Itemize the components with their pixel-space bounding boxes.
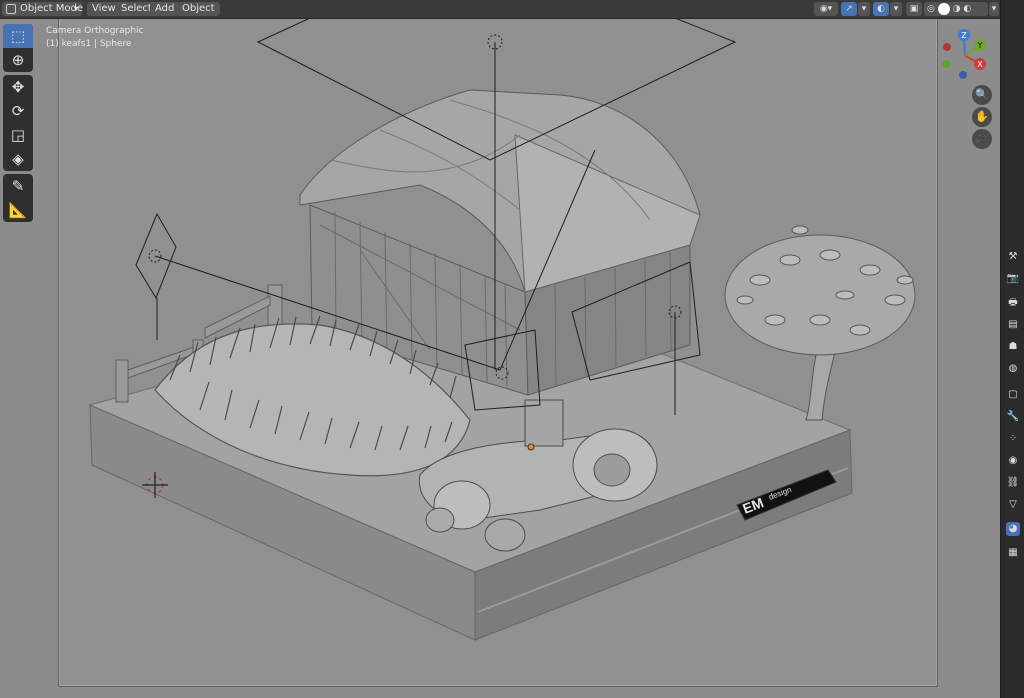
object-label: (1) keafs1 | Sphere <box>46 39 132 49</box>
tool-shelf: ⬚ ⊕ ✥ ⟳ ◲ ◈ ✎ 📐 <box>3 24 33 225</box>
properties-panel: ⚒ 📷 🖶 ▤ ☗ ◍ ▢ 🔧 ⁘ ◉ ⛓ ▽ ◕ ▦ <box>1000 0 1024 698</box>
rendered-shading-icon[interactable]: ◐ <box>963 4 971 14</box>
world-props-icon[interactable]: ◍ <box>1006 362 1020 376</box>
object-menu[interactable]: Object <box>177 2 220 16</box>
output-props-icon[interactable]: 🖶 <box>1006 296 1020 310</box>
constraints-props-icon[interactable]: ⛓ <box>1006 476 1020 490</box>
camera-icon[interactable]: 🎥 <box>972 129 992 149</box>
render-props-icon[interactable]: 📷 <box>1006 272 1020 286</box>
annotate-icon[interactable]: ✎ <box>3 174 33 198</box>
transform-icon[interactable]: ◈ <box>3 147 33 171</box>
svg-text:Y: Y <box>977 41 983 50</box>
shading-mode-group[interactable]: ◎ ◑ ◐ <box>924 2 988 16</box>
viewport-header: Object Mode ▾ View Select Add Object ◉▾ … <box>0 0 1000 19</box>
overlay-toggle-icon[interactable]: ◐ <box>873 2 889 16</box>
physics-props-icon[interactable]: ◉ <box>1006 454 1020 468</box>
view-layer-icon[interactable]: ▤ <box>1006 318 1020 332</box>
chevron-down-icon[interactable]: ▾ <box>989 2 999 16</box>
select-box-icon[interactable]: ⬚ <box>3 24 33 48</box>
add-menu[interactable]: Add <box>150 2 180 16</box>
chevron-down-icon[interactable]: ▾ <box>858 2 870 16</box>
move-icon[interactable]: ✥ <box>3 75 33 99</box>
material-shading-icon[interactable]: ◑ <box>953 4 961 14</box>
xray-toggle-icon[interactable]: ▣ <box>906 2 922 16</box>
camera-label: Camera Orthographic <box>46 26 144 36</box>
viewport-info: Camera Orthographic (1) keafs1 | Sphere <box>46 25 144 51</box>
hand-icon[interactable]: ✋ <box>972 107 992 127</box>
data-props-icon[interactable]: ▽ <box>1006 498 1020 512</box>
modifier-props-icon[interactable]: 🔧 <box>1006 410 1020 424</box>
object-props-icon[interactable]: ▢ <box>1006 388 1020 402</box>
texture-props-icon[interactable]: ▦ <box>1006 546 1020 560</box>
particles-props-icon[interactable]: ⁘ <box>1006 432 1020 446</box>
chevron-down-icon: ▾ <box>73 4 78 13</box>
cursor-icon[interactable]: ⊕ <box>3 48 33 72</box>
scale-icon[interactable]: ◲ <box>3 123 33 147</box>
measure-icon[interactable]: 📐 <box>3 198 33 222</box>
svg-text:Z: Z <box>961 31 967 40</box>
object-mode-icon <box>6 4 16 14</box>
scene-props-icon[interactable]: ☗ <box>1006 340 1020 354</box>
navigation-gizmo[interactable]: Z Y X <box>935 26 995 86</box>
material-props-icon[interactable]: ◕ <box>1006 522 1020 536</box>
chevron-down-icon[interactable]: ▾ <box>890 2 902 16</box>
svg-text:X: X <box>977 60 983 69</box>
solid-shading-icon[interactable] <box>937 2 950 15</box>
visibility-icon[interactable]: ◉▾ <box>814 2 838 16</box>
wireframe-shading-icon[interactable]: ◎ <box>927 4 935 14</box>
rotate-icon[interactable]: ⟳ <box>3 99 33 123</box>
scene-render[interactable]: EM design <box>0 0 1000 698</box>
gizmo-toggle-icon[interactable]: ↗ <box>841 2 857 16</box>
3d-viewport[interactable]: EM design Camera Orthographic (1) keafs1… <box>0 0 1000 698</box>
tool-props-icon[interactable]: ⚒ <box>1006 250 1020 264</box>
zoom-icon[interactable]: 🔍 <box>972 85 992 105</box>
object-mode-dropdown[interactable]: Object Mode ▾ <box>2 2 83 16</box>
